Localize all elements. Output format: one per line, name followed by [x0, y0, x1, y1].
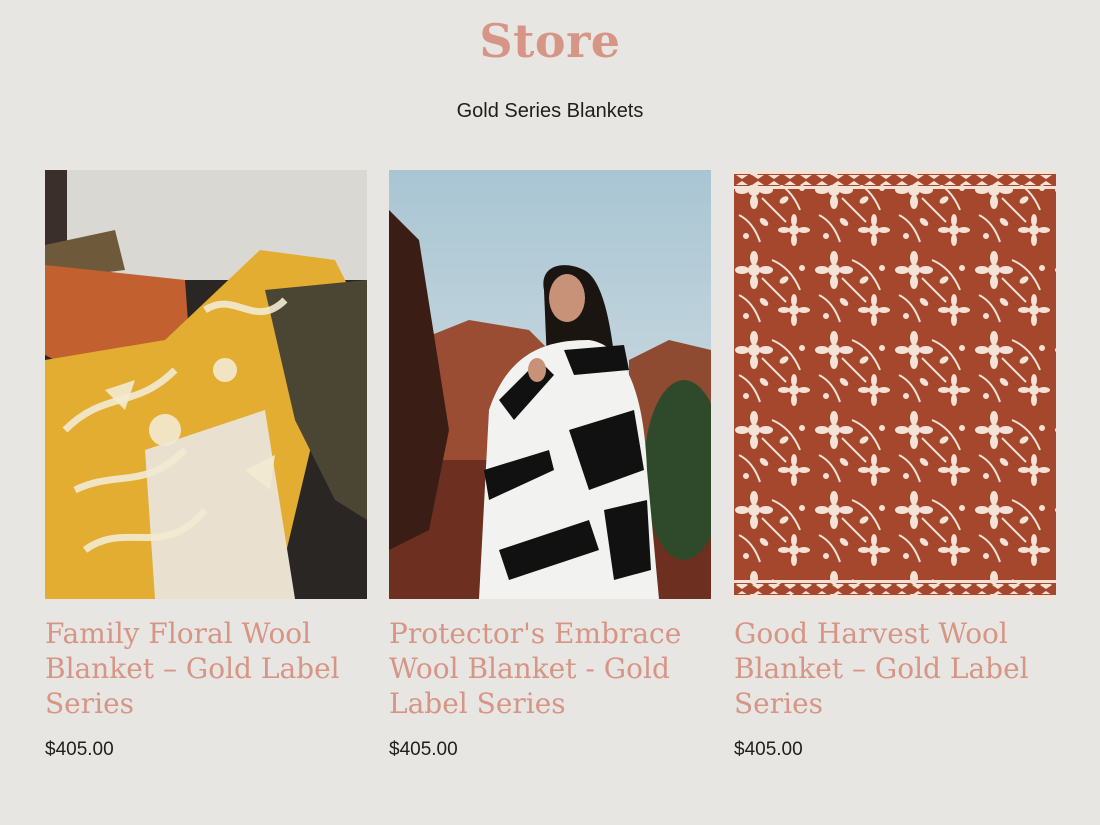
- page-title: Store: [479, 14, 621, 68]
- collection-subtitle: Gold Series Blankets: [456, 100, 644, 122]
- product-price: $405.00: [389, 739, 458, 760]
- product-title[interactable]: Protector's Embrace Wool Blanket - Gold …: [389, 616, 711, 721]
- product-image[interactable]: [734, 170, 1056, 599]
- product-image[interactable]: [389, 170, 711, 599]
- product-title[interactable]: Good Harvest Wool Blanket – Gold Label S…: [734, 616, 1056, 721]
- store-page: Store Gold Series Blankets Family Floral…: [0, 0, 1100, 825]
- product-card-family-floral[interactable]: Family Floral Wool Blanket – Gold Label …: [45, 170, 367, 761]
- product-card-protectors-embrace[interactable]: Protector's Embrace Wool Blanket - Gold …: [389, 170, 711, 761]
- product-image[interactable]: [45, 170, 367, 599]
- product-price: $405.00: [734, 739, 803, 760]
- product-card-good-harvest[interactable]: Good Harvest Wool Blanket – Gold Label S…: [734, 170, 1056, 761]
- product-price: $405.00: [45, 739, 114, 760]
- product-title[interactable]: Family Floral Wool Blanket – Gold Label …: [45, 616, 367, 721]
